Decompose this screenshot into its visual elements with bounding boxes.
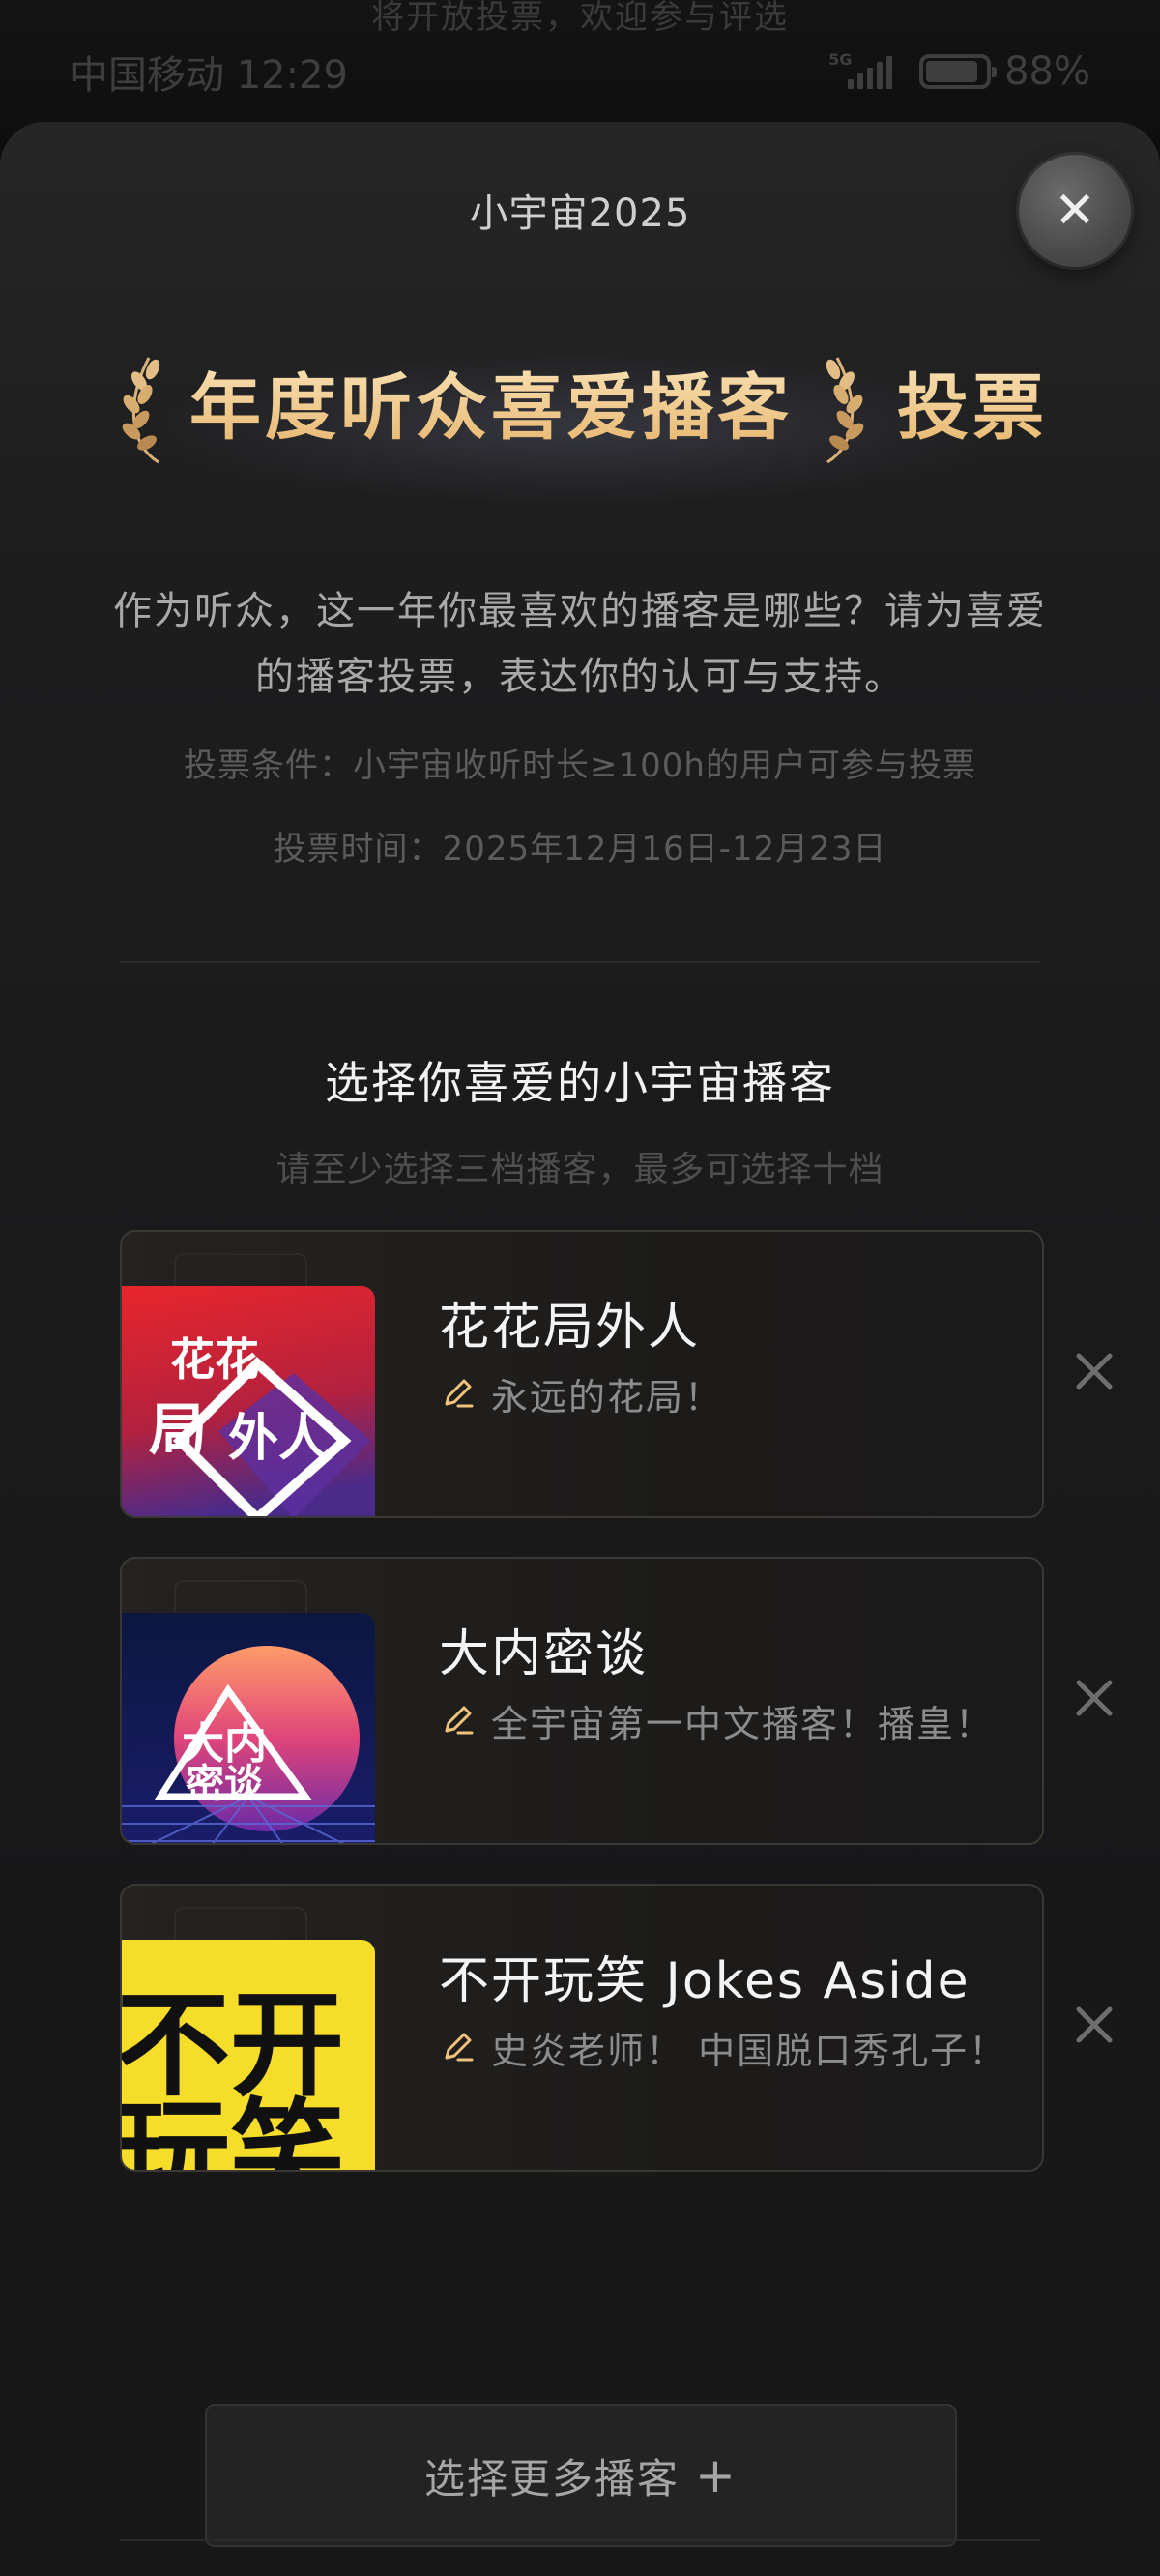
select-more-button[interactable]: 选择更多播客 +: [205, 2404, 957, 2547]
select-more-label: 选择更多播客: [424, 2454, 681, 2503]
close-button[interactable]: ✕: [1019, 155, 1131, 267]
svg-text:外人: 外人: [228, 1410, 329, 1468]
cover-huahua: 花花 局 外人: [122, 1286, 375, 1516]
close-icon: [1076, 2006, 1113, 2043]
pen-icon: [445, 2033, 474, 2061]
divider: [120, 2539, 1040, 2541]
podcast-quote-text: 全宇宙第一中文播客！播皇！: [491, 1703, 995, 1745]
podcast-card[interactable]: 大内 密谈 大内密谈 全宇宙第一中文播客！播皇！: [120, 1557, 1044, 1845]
close-icon: [1076, 1353, 1113, 1390]
svg-text:密谈: 密谈: [186, 1762, 264, 1806]
vote-condition: 投票条件：小宇宙收听时长≥100h的用户可参与投票: [184, 746, 976, 785]
remove-podcast-button[interactable]: [1063, 1340, 1125, 1402]
page: 将开放投票，欢迎参与评选 中国移动 12:29 5G 88% 小宇宙2025 ✕: [0, 0, 1160, 2576]
remove-podcast-button[interactable]: [1063, 1994, 1125, 2056]
vote-time: 投票时间：2025年12月16日-12月23日: [273, 830, 887, 868]
cover-jokes-aside: 不开 玩笑: [122, 1940, 375, 2172]
description: 作为听众，这一年你最喜欢的播客是哪些？请为喜爱的播客投票，表达你的认可与支持。: [113, 589, 1047, 699]
podcast-name: 花花局外人: [439, 1299, 701, 1357]
remove-podcast-button[interactable]: [1063, 1667, 1125, 1729]
laurel-right-icon: [826, 357, 864, 464]
podcast-name: 大内密谈: [439, 1625, 649, 1683]
podcast-card[interactable]: 花花 局 外人 花花局外人 永远的花局！: [120, 1230, 1044, 1518]
divider: [120, 961, 1040, 963]
podcast-name: 不开玩笑 Jokes Aside: [439, 1952, 971, 2010]
pen-icon: [445, 1379, 474, 1407]
hero-suffix: 投票: [897, 350, 1048, 454]
podcast-quote-text: 永远的花局！: [491, 1376, 724, 1419]
pen-icon: [445, 1706, 474, 1734]
background-banner-text: 将开放投票，欢迎参与评选: [371, 0, 789, 37]
svg-text:局: 局: [149, 1397, 207, 1465]
svg-text:玩笑: 玩笑: [122, 2087, 344, 2172]
section-subtitle: 请至少选择三档播客，最多可选择十档: [276, 1150, 884, 1189]
status-bar: 中国移动 12:29 5G 88%: [70, 44, 1090, 99]
close-icon: [1076, 1680, 1113, 1716]
hero-heading: 年度听众喜爱播客 投票: [0, 340, 1160, 505]
section-title: 选择你喜爱的小宇宙播客: [325, 1057, 835, 1109]
podcast-quote: 史炎老师！ 中国脱口秀孔子！: [439, 2021, 1007, 2074]
close-icon: ✕: [1054, 182, 1096, 240]
podcast-quote: 全宇宙第一中文播客！播皇！: [439, 1694, 994, 1747]
status-right: 5G 88%: [828, 49, 1090, 94]
sheet-title: 小宇宙2025: [469, 191, 691, 236]
network-label: 5G: [828, 50, 853, 69]
signal-icon: 5G: [828, 50, 893, 89]
podcast-quote-text: 史炎老师！ 中国脱口秀孔子！: [491, 2030, 1008, 2072]
hero-title: 年度听众喜爱播客: [189, 350, 793, 454]
plus-icon: +: [695, 2447, 738, 2503]
battery-percent: 88%: [1004, 49, 1090, 94]
podcast-card[interactable]: 不开 玩笑 不开玩笑 Jokes Aside 史炎老师！ 中国脱口秀孔子！: [120, 1884, 1044, 2172]
cover-midnight-talks: 大内 密谈: [122, 1613, 375, 1843]
carrier-time: 中国移动 12:29: [70, 53, 348, 98]
vote-sheet: 小宇宙2025 ✕ 年度听众喜爱播客 投票 作为听众，这一年你最喜欢的播客是哪些…: [0, 122, 1160, 2576]
battery-icon: [919, 54, 998, 89]
laurel-left-icon: [122, 357, 160, 464]
podcast-quote: 永远的花局！: [439, 1367, 723, 1420]
svg-text:花花: 花花: [170, 1333, 259, 1386]
